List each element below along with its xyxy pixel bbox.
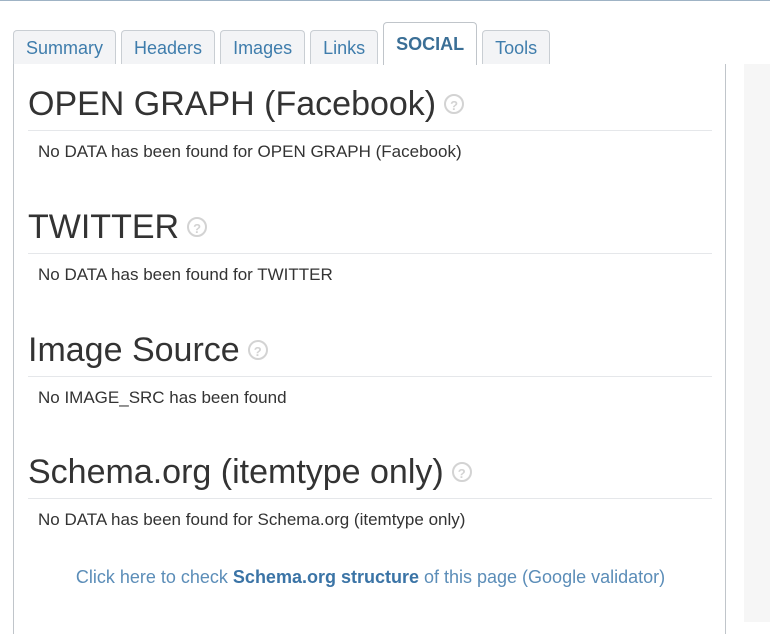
section-open-graph: OPEN GRAPH (Facebook)? No DATA has been … xyxy=(28,82,712,162)
schema-validator-link[interactable]: Click here to check Schema.org structure… xyxy=(14,567,727,588)
tab-tools[interactable]: Tools xyxy=(482,30,551,65)
section-title: Image Source xyxy=(28,331,240,369)
tab-social[interactable]: SOCIAL xyxy=(383,22,478,65)
tab-bar: Summary Headers Images Links SOCIAL Tool… xyxy=(13,21,555,65)
section-heading: Image Source? xyxy=(28,328,712,377)
section-title: TWITTER xyxy=(28,208,180,246)
section-message: No DATA has been found for TWITTER xyxy=(38,265,333,284)
link-suffix: of this page (Google validator) xyxy=(418,567,666,587)
help-icon[interactable]: ? xyxy=(444,94,465,115)
link-bold: Schema.org structure xyxy=(232,567,419,587)
section-heading: TWITTER? xyxy=(28,205,712,254)
section-title: OPEN GRAPH (Facebook) xyxy=(28,85,437,123)
section-schema-org: Schema.org (itemtype only)? No DATA has … xyxy=(28,450,712,530)
section-twitter: TWITTER? No DATA has been found for TWIT… xyxy=(28,205,712,285)
section-image-source: Image Source? No IMAGE_SRC has been foun… xyxy=(28,328,712,408)
help-icon[interactable]: ? xyxy=(247,340,268,361)
help-icon[interactable]: ? xyxy=(451,462,472,483)
top-border xyxy=(0,0,770,1)
section-message: No IMAGE_SRC has been found xyxy=(38,388,287,407)
right-sidebar-strip xyxy=(744,64,770,622)
tab-summary[interactable]: Summary xyxy=(13,30,117,65)
section-heading: OPEN GRAPH (Facebook)? xyxy=(28,82,712,131)
social-panel: OPEN GRAPH (Facebook)? No DATA has been … xyxy=(13,64,726,634)
tab-headers[interactable]: Headers xyxy=(121,30,216,65)
section-message: No DATA has been found for Schema.org (i… xyxy=(38,510,466,529)
help-icon[interactable]: ? xyxy=(187,217,208,238)
section-title: Schema.org (itemtype only) xyxy=(28,453,444,491)
link-prefix: Click here to check xyxy=(75,567,233,587)
section-heading: Schema.org (itemtype only)? xyxy=(28,450,712,499)
tab-links[interactable]: Links xyxy=(310,30,379,65)
section-message: No DATA has been found for OPEN GRAPH (F… xyxy=(38,142,462,161)
tab-images[interactable]: Images xyxy=(220,30,306,65)
